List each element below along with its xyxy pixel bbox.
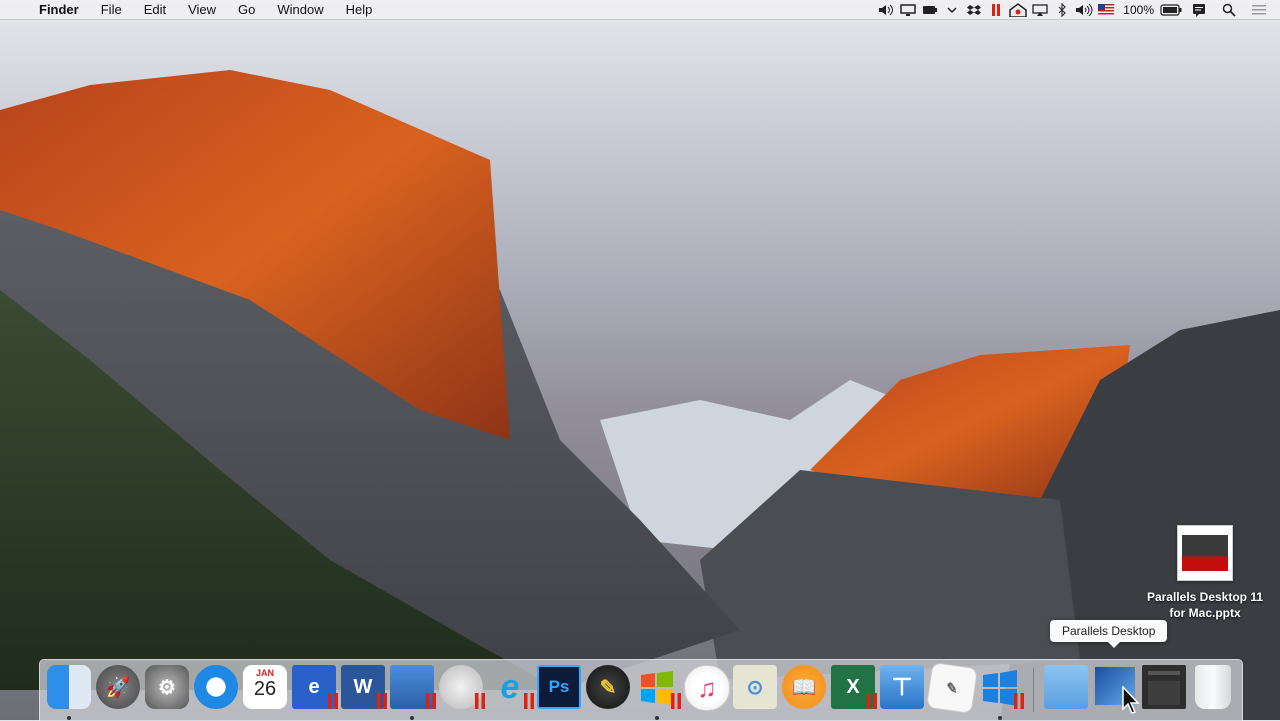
running-indicator	[410, 716, 414, 720]
running-indicator	[67, 716, 71, 720]
menu-bar: Finder File Edit View Go Window Help 100…	[0, 0, 1280, 20]
finder-icon[interactable]	[47, 665, 91, 720]
safari-icon[interactable]	[194, 665, 238, 709]
menu-finder[interactable]: Finder	[28, 0, 90, 19]
battery-percentage[interactable]: 100%	[1117, 3, 1160, 17]
search-icon[interactable]	[1218, 0, 1240, 19]
display-icon[interactable]	[897, 0, 919, 19]
word-icon[interactable]: W	[341, 665, 387, 709]
ibooks-icon[interactable]: 📖	[782, 665, 826, 709]
menu-window[interactable]: Window	[266, 0, 334, 19]
keynote-icon[interactable]: ⊤	[880, 665, 924, 709]
windows-screen-icon[interactable]	[390, 665, 436, 720]
desktop-file-pptx[interactable]: Parallels Desktop 11 for Mac.pptx	[1140, 525, 1270, 621]
itunes-icon[interactable]: ♫	[684, 665, 730, 711]
dropbox-icon[interactable]	[963, 0, 985, 19]
boot-camp-apple-icon[interactable]	[439, 665, 485, 709]
running-indicator	[655, 716, 659, 720]
menu-view[interactable]: View	[177, 0, 227, 19]
downloads-folder-icon[interactable]	[1044, 665, 1088, 709]
home-icon[interactable]	[1007, 0, 1029, 19]
airplay-icon[interactable]	[1029, 0, 1051, 19]
battery-small-icon[interactable]	[919, 0, 941, 19]
menu-go[interactable]: Go	[227, 0, 266, 19]
textedit-icon[interactable]: ✎	[926, 662, 978, 714]
menu-file[interactable]: File	[90, 0, 133, 19]
windows-app-e-icon[interactable]: e	[292, 665, 338, 709]
list-icon[interactable]	[1248, 0, 1270, 19]
trash-icon[interactable]	[1195, 665, 1231, 709]
calendar-icon[interactable]: JAN 26	[243, 665, 287, 709]
launchpad-icon[interactable]: 🚀	[96, 665, 140, 709]
system-preferences-icon[interactable]: ⚙	[145, 665, 189, 709]
menu-edit[interactable]: Edit	[133, 0, 177, 19]
mouse-cursor-icon	[1122, 686, 1140, 714]
calendar-day: 26	[253, 678, 277, 700]
dock: 🚀 ⚙ JAN 26 e W e Ps ✎ ♫ ⊙ 📖 X ⊤ ✎	[39, 659, 1243, 721]
photoshop-icon[interactable]: Ps	[537, 665, 581, 709]
windows-flag-icon[interactable]	[635, 665, 681, 720]
menu-help[interactable]: Help	[335, 0, 384, 19]
windows-10-icon[interactable]	[978, 665, 1024, 720]
calendar-month: JAN	[255, 668, 274, 678]
flag-icon[interactable]	[1095, 0, 1117, 19]
battery-icon[interactable]	[1160, 0, 1182, 19]
running-indicator	[998, 716, 1002, 720]
desktop-wallpaper	[0, 0, 1280, 720]
speaker-icon[interactable]	[875, 0, 897, 19]
chevron-icon[interactable]	[941, 0, 963, 19]
volume-icon[interactable]	[1073, 0, 1095, 19]
image-tool-icon[interactable]: ⊙	[733, 665, 777, 709]
photoshop-glyph: Ps	[548, 677, 570, 696]
parallels-icon[interactable]	[985, 0, 1007, 19]
pencil-app-icon[interactable]: ✎	[586, 665, 630, 709]
presentation-thumbnail-icon	[1177, 525, 1233, 581]
dock-separator	[1033, 668, 1034, 712]
excel-icon[interactable]: X	[831, 665, 877, 709]
internet-explorer-icon[interactable]: e	[488, 665, 534, 709]
window-stack-icon[interactable]	[1142, 665, 1186, 709]
desktop-file-label: Parallels Desktop 11 for Mac.pptx	[1146, 590, 1264, 620]
notification-icon[interactable]	[1188, 0, 1210, 19]
dock-tooltip: Parallels Desktop	[1050, 620, 1168, 648]
bluetooth-icon[interactable]	[1051, 0, 1073, 19]
